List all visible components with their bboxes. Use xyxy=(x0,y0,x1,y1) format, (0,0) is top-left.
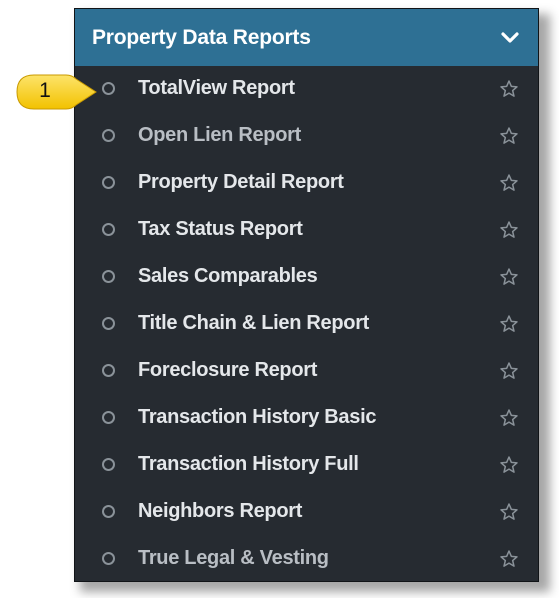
report-item-label: Neighbors Report xyxy=(138,500,303,522)
report-item-sales-comparables[interactable]: Sales Comparables xyxy=(75,253,538,300)
report-item-title-chain-lien[interactable]: Title Chain & Lien Report xyxy=(75,300,538,347)
report-item-label: Tax Status Report xyxy=(138,218,303,240)
star-outline-icon[interactable] xyxy=(499,455,519,475)
report-item-tax-status[interactable]: Tax Status Report xyxy=(75,206,538,253)
callout-number: 1 xyxy=(39,79,51,102)
report-item-transaction-history-basic[interactable]: Transaction History Basic xyxy=(75,394,538,441)
report-item-label: Property Detail Report xyxy=(138,171,344,193)
star-outline-icon[interactable] xyxy=(499,361,519,381)
report-item-label: True Legal & Vesting xyxy=(138,547,329,569)
star-outline-icon[interactable] xyxy=(499,220,519,240)
radio-circle-icon[interactable] xyxy=(102,317,115,330)
property-data-reports-panel: Property Data Reports TotalView Report O… xyxy=(74,8,539,582)
report-item-totalview[interactable]: TotalView Report xyxy=(75,65,538,112)
star-outline-icon[interactable] xyxy=(499,173,519,193)
radio-circle-icon[interactable] xyxy=(102,176,115,189)
star-outline-icon[interactable] xyxy=(499,126,519,146)
star-outline-icon[interactable] xyxy=(499,502,519,522)
radio-circle-icon[interactable] xyxy=(102,505,115,518)
report-item-label: Open Lien Report xyxy=(138,124,301,146)
radio-circle-icon[interactable] xyxy=(102,552,115,565)
star-outline-icon[interactable] xyxy=(499,314,519,334)
radio-circle-icon[interactable] xyxy=(102,270,115,283)
star-outline-icon[interactable] xyxy=(499,79,519,99)
radio-circle-icon[interactable] xyxy=(102,364,115,377)
report-item-label: Title Chain & Lien Report xyxy=(138,312,370,334)
report-item-label: TotalView Report xyxy=(138,77,295,99)
report-item-label: Foreclosure Report xyxy=(138,359,318,381)
star-outline-icon[interactable] xyxy=(499,408,519,428)
step-callout: 1 xyxy=(14,72,98,112)
radio-circle-icon[interactable] xyxy=(102,223,115,236)
chevron-down-icon[interactable] xyxy=(500,28,520,48)
screenshot-stage: Property Data Reports TotalView Report O… xyxy=(0,0,559,598)
radio-circle-icon[interactable] xyxy=(102,129,115,142)
report-item-transaction-history-full[interactable]: Transaction History Full xyxy=(75,441,538,488)
star-outline-icon[interactable] xyxy=(499,267,519,287)
report-item-label: Transaction History Full xyxy=(138,453,359,475)
report-item-label: Transaction History Basic xyxy=(138,406,377,428)
report-item-true-legal-vesting[interactable]: True Legal & Vesting xyxy=(75,535,538,581)
report-item-foreclosure[interactable]: Foreclosure Report xyxy=(75,347,538,394)
report-item-property-detail[interactable]: Property Detail Report xyxy=(75,159,538,206)
radio-circle-icon[interactable] xyxy=(102,458,115,471)
panel-header[interactable]: Property Data Reports xyxy=(75,9,538,66)
report-item-open-lien[interactable]: Open Lien Report xyxy=(75,112,538,159)
report-list: TotalView Report Open Lien Report Proper… xyxy=(75,65,538,581)
panel-title: Property Data Reports xyxy=(92,25,311,49)
report-item-label: Sales Comparables xyxy=(138,265,318,287)
report-item-neighbors[interactable]: Neighbors Report xyxy=(75,488,538,535)
radio-circle-icon[interactable] xyxy=(102,411,115,424)
radio-circle-icon[interactable] xyxy=(102,82,115,95)
star-outline-icon[interactable] xyxy=(499,549,519,569)
